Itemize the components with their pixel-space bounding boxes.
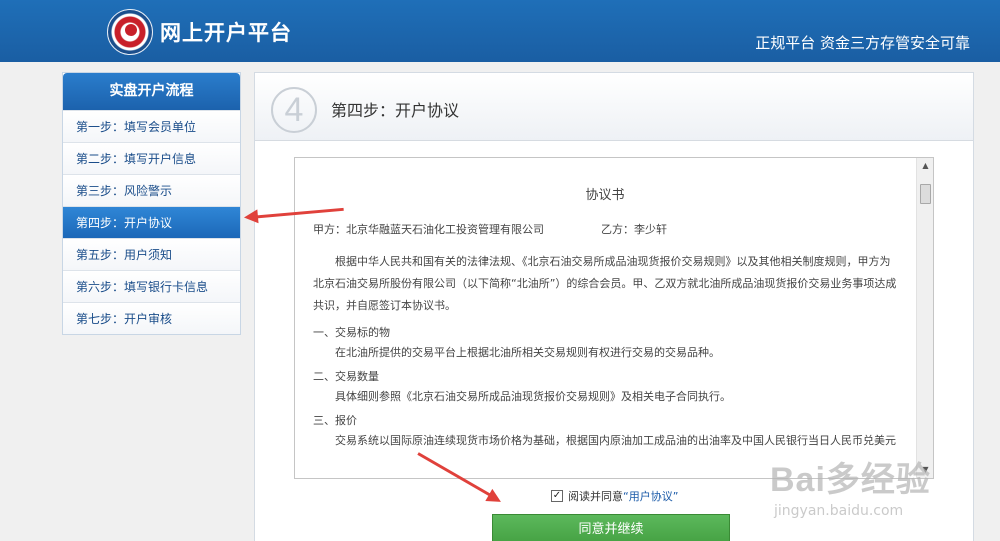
- sidebar-item-step1[interactable]: 第一步：填写会员单位: [63, 110, 240, 142]
- agreement-intro: 根据中华人民共和国有关的法律法规、《北京石油交易所成品油现货报价交易规则》以及其…: [313, 255, 897, 312]
- header-slogan: 正规平台 资金三方存管安全可靠: [755, 34, 970, 52]
- user-agreement-link[interactable]: “用户协议”: [623, 488, 678, 504]
- baidu-watermark: Bai多经验 jingyan.baidu.com: [770, 452, 931, 519]
- sidebar-title: 实盘开户流程: [63, 73, 240, 110]
- page-title: 第四步：开户协议: [331, 101, 460, 120]
- site-logo-icon[interactable]: [107, 9, 153, 55]
- agreement-title: 协议书: [585, 188, 625, 203]
- section-body: 在北油所提供的交易平台上根据北油所相关交易规则有权进行交易的交易品种。: [335, 346, 720, 359]
- sidebar-item-step3[interactable]: 第三步：风险警示: [63, 174, 240, 206]
- watermark-url: jingyan.baidu.com: [774, 503, 904, 519]
- agree-checkbox[interactable]: ✓: [551, 490, 563, 502]
- watermark-logo: Bai多经验: [770, 461, 931, 499]
- section-body: 交易系统以国际原油连续现货市场价格为基础，根据国内原油加工成品油的出油率及中国人…: [335, 434, 896, 447]
- agree-continue-button[interactable]: 同意并继续: [492, 514, 730, 541]
- agree-check-row: ✓ 阅读并同意 “用户协议”: [551, 488, 678, 504]
- agreement-box: 协议书 甲方：北京华融蓝天石油化工投资管理有限公司 乙方：李少轩 根据中华人民共…: [294, 157, 934, 479]
- sidebar-item-step7[interactable]: 第七步：开户审核: [63, 302, 240, 334]
- site-title[interactable]: 网上开户平台: [160, 17, 292, 47]
- sidebar-item-step6[interactable]: 第六步：填写银行卡信息: [63, 270, 240, 302]
- agreement-text: 协议书 甲方：北京华融蓝天石油化工投资管理有限公司 乙方：李少轩 根据中华人民共…: [295, 158, 915, 478]
- sidebar-item-step2[interactable]: 第二步：填写开户信息: [63, 142, 240, 174]
- section-heading: 三、报价: [313, 414, 357, 427]
- party-b: 乙方：李少轩: [601, 223, 667, 236]
- section-heading: 二、交易数量: [313, 370, 379, 383]
- top-header: 网上开户平台 正规平台 资金三方存管安全可靠: [0, 0, 1000, 62]
- agreement-parties: 甲方：北京华融蓝天石油化工投资管理有限公司 乙方：李少轩: [313, 221, 897, 237]
- scroll-thumb[interactable]: [920, 184, 931, 204]
- step-header: 4 第四步：开户协议: [255, 73, 973, 141]
- section-heading: 一、交易标的物: [313, 326, 390, 339]
- step-number-icon: 4: [271, 87, 317, 133]
- party-a: 甲方：北京华融蓝天石油化工投资管理有限公司: [313, 223, 544, 236]
- process-sidebar: 实盘开户流程 第一步：填写会员单位 第二步：填写开户信息 第三步：风险警示 第四…: [62, 72, 241, 335]
- sidebar-item-step5[interactable]: 第五步：用户须知: [63, 238, 240, 270]
- sidebar-item-step4[interactable]: 第四步：开户协议: [63, 206, 240, 238]
- agree-label: 阅读并同意: [568, 490, 623, 503]
- scroll-up-icon[interactable]: ▲: [917, 158, 934, 174]
- section-body: 具体细则参照《北京石油交易所成品油现货报价交易规则》及相关电子合同执行。: [335, 390, 731, 403]
- agreement-scrollbar[interactable]: ▲ ▼: [916, 158, 933, 478]
